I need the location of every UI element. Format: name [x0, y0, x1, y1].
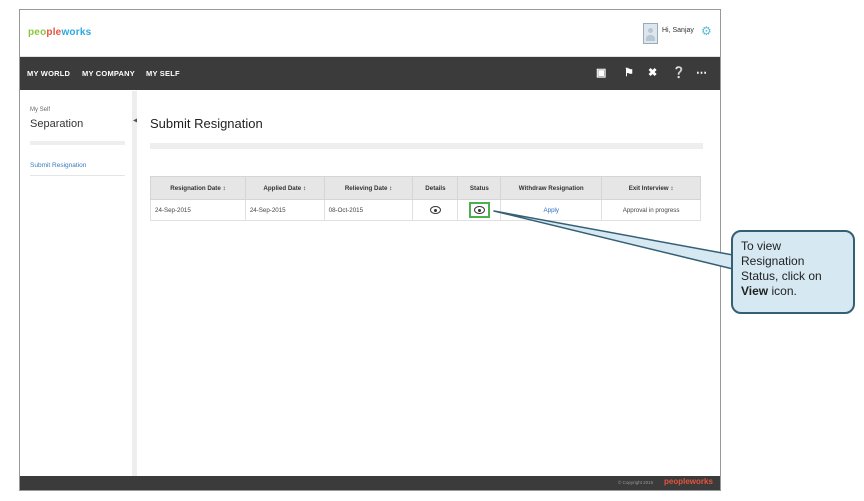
callout-bold: View: [741, 284, 769, 298]
instruction-callout: To view Resignation Status, click on Vie…: [731, 230, 855, 314]
